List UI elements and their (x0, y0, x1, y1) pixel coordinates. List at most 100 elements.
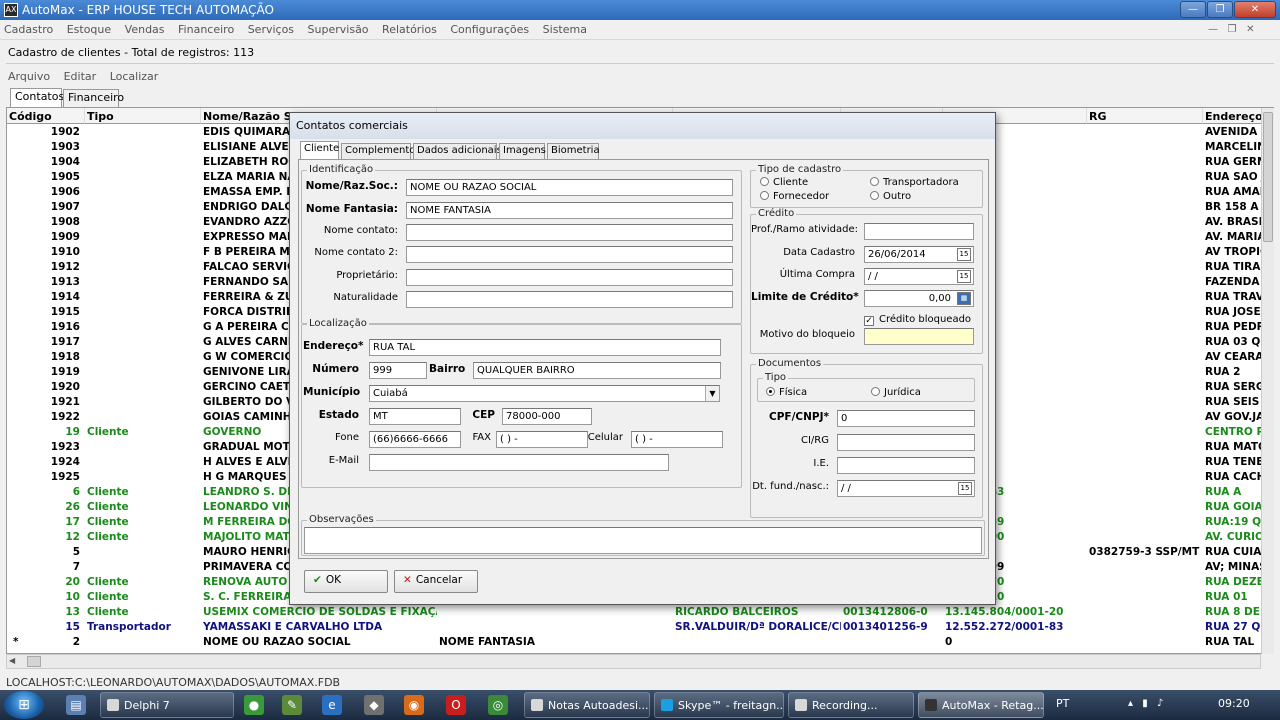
radio-cliente-indicator[interactable] (760, 177, 769, 186)
dialog-tab-biometria[interactable]: Biometria (547, 143, 600, 160)
radio-transportadora[interactable]: Transportadora (870, 177, 959, 188)
prof-input[interactable] (864, 223, 974, 240)
contato-input[interactable] (406, 224, 733, 241)
maximize-button[interactable]: ❐ (1207, 1, 1233, 18)
app-icon-green[interactable]: ● (244, 695, 264, 715)
menu-financeiro[interactable]: Financeiro (174, 20, 240, 36)
task-notas[interactable]: Notas Autoadesi... (524, 692, 650, 718)
tray-icons[interactable]: ▴ ▮ ♪ (1128, 698, 1166, 709)
dialog-tab-dados-adicionais[interactable]: Dados adicionais (413, 143, 502, 160)
cell-tipo (85, 336, 201, 351)
mdi-minimize-icon[interactable]: — (1208, 24, 1218, 35)
calendar-icon[interactable]: 15 (958, 482, 972, 495)
cell-rg (1087, 411, 1203, 426)
celular-input[interactable]: ( ) - (631, 431, 723, 448)
ci-input[interactable] (837, 434, 975, 451)
cpf-input[interactable]: 0 (837, 410, 975, 427)
task-automax[interactable]: AutoMax - Retag... (918, 692, 1044, 718)
radio-transportadora-indicator[interactable] (870, 177, 879, 186)
fantasia-input[interactable]: NOME FANTASIA (406, 202, 733, 219)
estado-input[interactable]: MT (369, 408, 461, 425)
task-delphi[interactable]: Delphi 7 (100, 692, 234, 718)
app-icon-tool[interactable]: ✎ (282, 695, 302, 715)
app-icon-gray[interactable]: ◆ (364, 695, 384, 715)
municipio-select[interactable]: Cuiabá (369, 385, 720, 402)
radio-juridica-indicator[interactable] (871, 387, 880, 396)
submenu-localizar[interactable]: Localizar (110, 70, 159, 83)
cancel-button[interactable]: ✕ Cancelar (394, 570, 478, 593)
dialog-tab-cliente[interactable]: Cliente (300, 141, 339, 160)
firefox-icon[interactable]: ◉ (404, 695, 424, 715)
menu-cadastro[interactable]: Cadastro (0, 20, 59, 36)
fone-input[interactable]: (66)6666-6666 (369, 431, 461, 448)
explorer-icon[interactable]: ▤ (66, 695, 86, 715)
opera-icon[interactable]: O (446, 695, 466, 715)
hscroll-thumb[interactable] (27, 656, 41, 667)
observacoes-textarea[interactable] (304, 527, 982, 554)
chevron-down-icon[interactable]: ▼ (705, 386, 719, 401)
menu-relatorios[interactable]: Relatórios (378, 20, 443, 36)
table-row[interactable]: 13 Cliente USEMIX COMERCIO DE SOLDAS E FIX… (7, 606, 1273, 621)
task-skype[interactable]: Skype™ - freitagn... (654, 692, 784, 718)
nome-input[interactable]: NOME OU RAZAO SOCIAL (406, 179, 733, 196)
menu-sistema[interactable]: Sistema (539, 20, 593, 36)
mdi-restore-icon[interactable]: ❐ (1228, 24, 1237, 35)
calendar-icon[interactable]: 15 (957, 248, 971, 261)
grid-horizontal-scrollbar[interactable]: ◀ (6, 654, 1261, 669)
naturalidade-input[interactable] (406, 291, 733, 308)
radio-outro[interactable]: Outro (870, 191, 911, 202)
menu-vendas[interactable]: Vendas (121, 20, 171, 36)
chrome-icon[interactable]: ◎ (488, 695, 508, 715)
windows-start-icon[interactable]: ⊞ (4, 691, 44, 719)
radio-fornecedor[interactable]: Fornecedor (760, 191, 829, 202)
dtfund-input[interactable]: / / (837, 480, 975, 497)
table-row[interactable]: 15 Transportador YAMASSAKI E CARVALHO LTDA… (7, 621, 1273, 636)
radio-outro-indicator[interactable] (870, 191, 879, 200)
scroll-left-icon[interactable]: ◀ (9, 656, 19, 667)
radio-fornecedor-indicator[interactable] (760, 191, 769, 200)
clock[interactable]: 09:20 (1218, 697, 1250, 710)
fax-input[interactable]: ( ) - (496, 431, 588, 448)
radio-fisica-indicator[interactable] (766, 387, 775, 396)
grid-vertical-scrollbar[interactable] (1261, 108, 1274, 654)
language-indicator[interactable]: PT (1056, 697, 1069, 710)
tab-contatos[interactable]: Contatos (10, 88, 64, 107)
menu-servicos[interactable]: Serviços (244, 20, 300, 36)
col-header-tipo[interactable]: Tipo (85, 108, 201, 124)
bairro-input[interactable]: QUALQUER BAIRRO (473, 362, 721, 379)
close-button[interactable]: ✕ (1234, 1, 1276, 18)
mdi-close-icon[interactable]: ✕ (1246, 24, 1254, 35)
menu-configuracoes[interactable]: Configurações (446, 20, 535, 36)
vscroll-thumb[interactable] (1263, 112, 1273, 242)
endereco-input[interactable]: RUA TAL (369, 339, 721, 356)
dialog-tab-imagens[interactable]: Imagens (499, 143, 546, 160)
ie-input[interactable] (837, 457, 975, 474)
col-header-codigo[interactable]: Código (7, 108, 85, 124)
credito-bloqueado-checkbox[interactable]: ✓ Crédito bloqueado (864, 314, 971, 326)
menu-supervisao[interactable]: Supervisão (304, 20, 375, 36)
task-recording[interactable]: Recording... (788, 692, 914, 718)
radio-cliente[interactable]: Cliente (760, 177, 808, 188)
submenu-editar[interactable]: Editar (64, 70, 97, 83)
submenu-arquivo[interactable]: Arquivo (8, 70, 50, 83)
ok-button[interactable]: ✔ OK (304, 570, 388, 593)
tab-financeiro[interactable]: Financeiro (63, 89, 124, 107)
menu-estoque[interactable]: Estoque (63, 20, 117, 36)
cep-input[interactable]: 78000-000 (502, 408, 592, 425)
calendar-icon[interactable]: 15 (957, 270, 971, 283)
motivo-input[interactable] (864, 328, 974, 345)
numero-input[interactable]: 999 (369, 362, 427, 379)
email-input[interactable] (369, 454, 669, 471)
checkbox-indicator[interactable]: ✓ (864, 316, 874, 326)
radio-fisica[interactable]: Física (766, 387, 807, 398)
contato2-input[interactable] (406, 246, 733, 263)
col-header-rg[interactable]: RG (1087, 108, 1203, 124)
cell-tipo (85, 546, 201, 561)
internet-explorer-icon[interactable]: e (322, 695, 342, 715)
radio-juridica[interactable]: Jurídica (871, 387, 921, 398)
calculator-icon[interactable]: ▦ (957, 292, 971, 305)
proprietario-input[interactable] (406, 269, 733, 286)
minimize-button[interactable]: — (1180, 1, 1206, 18)
table-row[interactable]: * 2 NOME OU RAZAO SOCIAL NOME FANTASIA 0 RUA … (7, 636, 1273, 651)
dialog-tab-complemento[interactable]: Complemento (341, 143, 415, 160)
